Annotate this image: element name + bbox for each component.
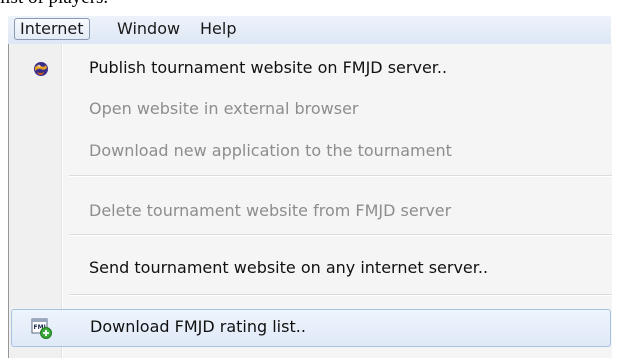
menu-item-publish-website[interactable]: Publish tournament website on FMJD serve… (11, 50, 611, 88)
menu-help[interactable]: Help (195, 19, 241, 39)
menu-item-label: Publish tournament website on FMJD serve… (89, 58, 448, 77)
menu-item-download-application[interactable]: Download new application to the tourname… (11, 133, 611, 171)
menu-item-label: Send tournament website on any internet … (89, 258, 489, 277)
background-text: list of players. (0, 0, 108, 9)
fmjd-download-icon: FMJ (31, 318, 52, 339)
menu-window[interactable]: Window (112, 19, 185, 39)
menu-item-label: Download FMJD rating list.. (90, 317, 306, 336)
menu-item-send-website[interactable]: Send tournament website on any internet … (11, 250, 611, 288)
menu-separator (69, 175, 612, 177)
menu-item-delete-website[interactable]: Delete tournament website from FMJD serv… (11, 193, 611, 231)
menu-bar: Internet Window Help (8, 16, 611, 45)
menu-item-label: Download new application to the tourname… (89, 141, 452, 160)
globe-icon (31, 59, 51, 79)
menu-item-open-website[interactable]: Open website in external browser (11, 91, 611, 129)
internet-dropdown-menu: Publish tournament website on FMJD serve… (8, 44, 612, 358)
menu-item-label: Delete tournament website from FMJD serv… (89, 201, 452, 220)
menu-separator (69, 294, 612, 296)
menu-internet[interactable]: Internet (14, 18, 90, 40)
menu-item-download-rating-list[interactable]: FMJ Download FMJD rating list.. (11, 309, 611, 347)
menu-separator (69, 234, 612, 236)
menu-item-label: Open website in external browser (89, 99, 359, 118)
